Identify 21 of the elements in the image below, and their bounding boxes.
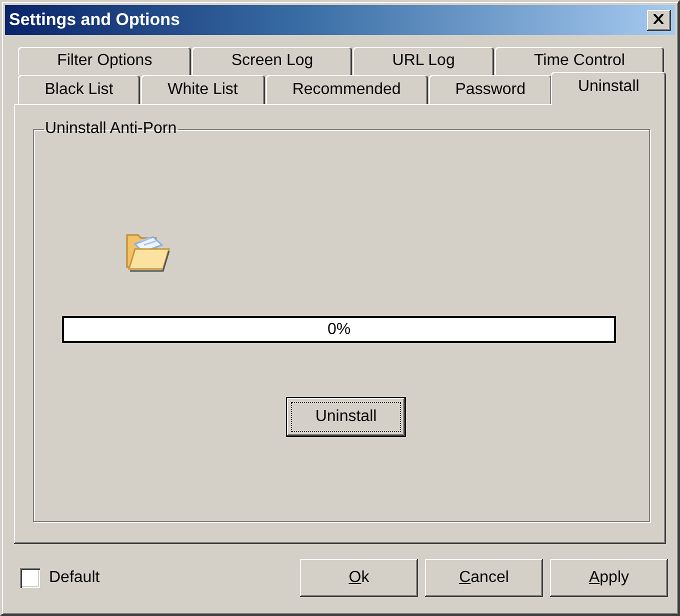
tab[interactable]: White List [140,75,265,104]
tab[interactable]: Time Control [494,47,664,75]
checkbox-label: Default [49,569,100,587]
window-title: Settings and Options [9,10,180,30]
group-title: Uninstall Anti-Porn [44,121,178,137]
tab[interactable]: Screen Log [192,47,352,75]
tab[interactable]: Black List [18,75,140,104]
tab[interactable]: Recommended [266,75,428,104]
default-checkbox[interactable] [20,568,40,588]
dialog-button[interactable]: Apply [550,559,668,597]
tab[interactable]: URL Log [353,47,494,75]
tab[interactable]: Filter Options [18,47,192,75]
dialog-button[interactable]: Ok [300,559,418,597]
uninstall-button[interactable]: Uninstall [286,397,406,437]
progress-text: 0% [327,320,351,338]
tab[interactable]: Uninstall [551,72,666,105]
dialog-button[interactable]: Cancel [425,559,543,597]
close-button[interactable] [647,10,671,30]
close-icon [653,14,664,24]
tab[interactable]: Password [428,75,552,104]
folder-icon [126,232,170,272]
